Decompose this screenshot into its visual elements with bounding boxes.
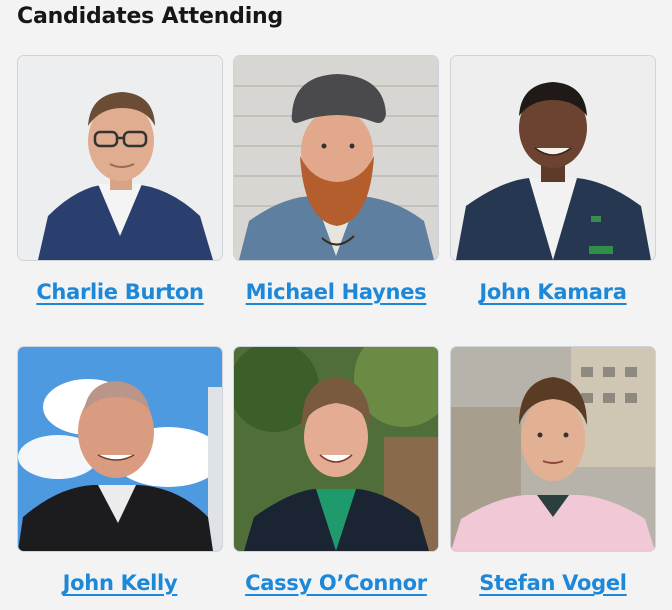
candidate-photo[interactable]: [17, 346, 223, 552]
candidate-card: Stefan Vogel: [450, 346, 656, 595]
section-heading: Candidates Attending: [17, 4, 284, 29]
candidate-photo-image: [451, 56, 655, 260]
candidate-name-link[interactable]: Charlie Burton: [17, 280, 223, 304]
candidate-card: Michael Haynes: [233, 55, 439, 304]
candidate-name-link[interactable]: John Kamara: [450, 280, 656, 304]
candidate-photo[interactable]: [233, 346, 439, 552]
candidate-photo[interactable]: [450, 55, 656, 261]
candidate-photo-image: [234, 347, 438, 551]
candidate-name-link[interactable]: Michael Haynes: [233, 280, 439, 304]
candidate-card: John Kelly: [17, 346, 223, 595]
candidate-photo-image: [18, 347, 222, 551]
candidate-name-link[interactable]: Cassy O’Connor: [233, 571, 439, 595]
candidate-card: Cassy O’Connor: [233, 346, 439, 595]
candidate-photo[interactable]: [450, 346, 656, 552]
candidate-photo-image: [451, 347, 655, 551]
candidate-card: John Kamara: [450, 55, 656, 304]
candidate-photo-image: [234, 56, 438, 260]
candidate-photo[interactable]: [17, 55, 223, 261]
candidate-photo-image: [18, 56, 222, 260]
candidate-name-link[interactable]: Stefan Vogel: [450, 571, 656, 595]
candidate-name-link[interactable]: John Kelly: [17, 571, 223, 595]
candidate-card: Charlie Burton: [17, 55, 223, 304]
candidate-photo[interactable]: [233, 55, 439, 261]
